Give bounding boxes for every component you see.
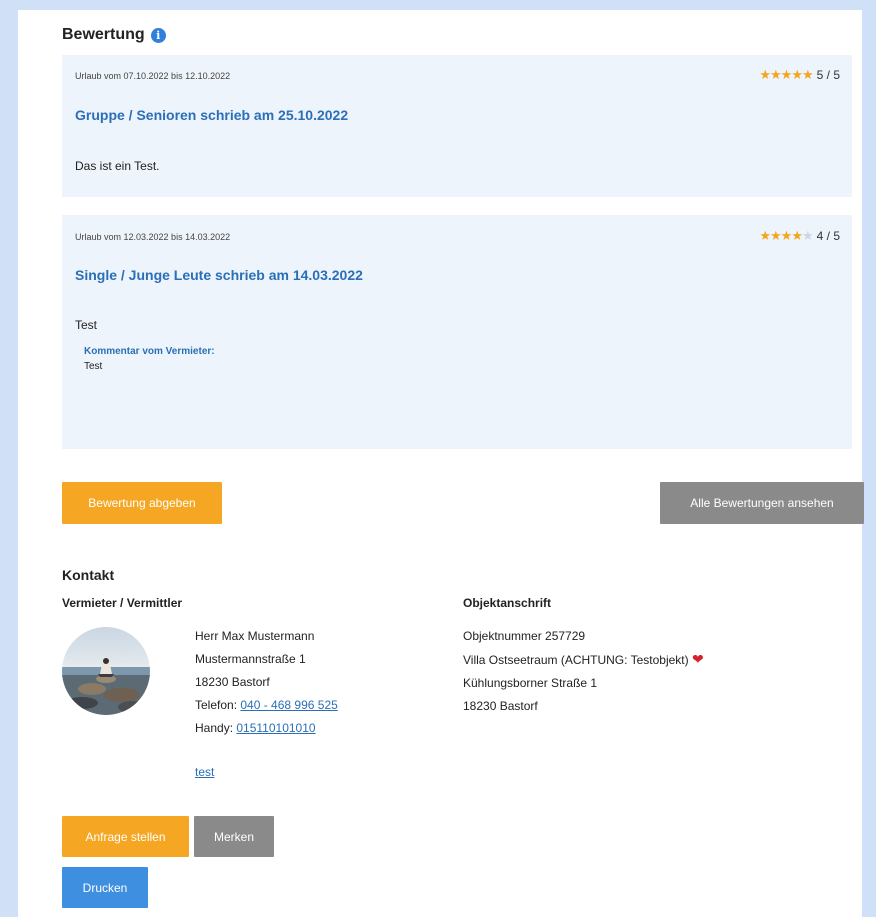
info-icon[interactable]: i bbox=[150, 27, 166, 43]
review-card: Urlaub vom 07.10.2022 bis 12.10.2022 ★★★… bbox=[62, 55, 852, 197]
star-filled-icon: ★ bbox=[770, 67, 782, 82]
vermieter-street: Mustermannstraße 1 bbox=[195, 652, 306, 666]
mobile-link[interactable]: 015110101010 bbox=[236, 721, 315, 735]
objekt-name: Villa Ostseetraum (ACHTUNG: Testobjekt) bbox=[463, 653, 689, 667]
review-author: Gruppe / Senioren schrieb am 25.10.2022 bbox=[75, 107, 349, 123]
phone-row: Telefon: 040 - 468 996 525 bbox=[195, 694, 338, 717]
kontakt-heading: Kontakt bbox=[62, 567, 115, 583]
star-filled-icon: ★ bbox=[780, 228, 793, 243]
vermieter-address: Herr Max Mustermann Mustermannstraße 1 1… bbox=[195, 625, 338, 740]
review-period: Urlaub vom 12.03.2022 bis 14.03.2022 bbox=[75, 232, 231, 242]
star-filled-icon: ★ bbox=[770, 228, 782, 243]
mobile-label: Handy: bbox=[195, 721, 234, 735]
review-text: Das ist ein Test. bbox=[75, 159, 160, 173]
vermieter-name: Herr Max Mustermann bbox=[195, 629, 315, 643]
review-period: Urlaub vom 07.10.2022 bis 12.10.2022 bbox=[75, 71, 231, 81]
content-page: Bewertung i Urlaub vom 07.10.2022 bis 12… bbox=[18, 10, 864, 917]
objekt-address: Objektnummer 257729 Villa Ostseetraum (A… bbox=[463, 625, 704, 718]
avatar-photo bbox=[62, 627, 150, 715]
objekt-city: 18230 Bastorf bbox=[463, 699, 538, 713]
landlord-comment-text: Test bbox=[84, 361, 103, 372]
star-filled-icon: ★ bbox=[780, 67, 793, 82]
bewertung-heading: Bewertung i bbox=[62, 26, 166, 44]
heart-icon[interactable]: ❤ bbox=[692, 651, 704, 667]
star-filled-icon: ★ bbox=[759, 67, 771, 82]
vermieter-city: 18230 Bastorf bbox=[195, 675, 270, 689]
top-background-band bbox=[0, 0, 876, 10]
objekt-street: Kühlungsborner Straße 1 bbox=[463, 676, 598, 690]
phone-link[interactable]: 040 - 468 996 525 bbox=[240, 698, 337, 712]
landlord-comment-heading: Kommentar vom Vermieter: bbox=[84, 346, 215, 357]
star-empty-icon: ★ bbox=[801, 228, 814, 243]
review-card: Urlaub vom 12.03.2022 bis 14.03.2022 ★★★… bbox=[62, 215, 852, 449]
bewertung-title: Bewertung bbox=[62, 26, 145, 43]
star-filled-icon: ★ bbox=[791, 67, 803, 82]
objekt-name-row: Villa Ostseetraum (ACHTUNG: Testobjekt) … bbox=[463, 648, 704, 672]
review-author: Single / Junge Leute schrieb am 14.03.20… bbox=[75, 267, 363, 283]
vermieter-extra: test bbox=[195, 761, 214, 784]
objekt-number: Objektnummer 257729 bbox=[463, 629, 586, 643]
star-filled-icon: ★ bbox=[801, 67, 814, 82]
submit-review-button[interactable]: Bewertung abgeben bbox=[62, 482, 222, 524]
mobile-row: Handy: 015110101010 bbox=[195, 717, 338, 740]
anfrage-button[interactable]: Anfrage stellen bbox=[62, 816, 189, 857]
objekt-heading: Objektanschrift bbox=[463, 596, 552, 610]
rating-text: 5 / 5 bbox=[816, 68, 840, 82]
drucken-button[interactable]: Drucken bbox=[62, 867, 148, 908]
star-filled-icon: ★ bbox=[791, 228, 803, 243]
review-text: Test bbox=[75, 318, 98, 332]
test-link[interactable]: test bbox=[195, 765, 214, 779]
star-filled-icon: ★ bbox=[759, 228, 771, 243]
star-rating: ★★★★★ bbox=[759, 67, 814, 82]
review-rating: ★★★★★ 5 / 5 bbox=[759, 68, 840, 82]
avatar bbox=[62, 627, 150, 715]
phone-label: Telefon: bbox=[195, 698, 238, 712]
vermieter-heading: Vermieter / Vermittler bbox=[62, 596, 183, 610]
all-reviews-button[interactable]: Alle Bewertungen ansehen bbox=[660, 482, 864, 524]
star-rating: ★★★★★ bbox=[759, 228, 814, 243]
review-rating: ★★★★★ 4 / 5 bbox=[759, 229, 840, 243]
merken-button[interactable]: Merken bbox=[194, 816, 274, 857]
rating-text: 4 / 5 bbox=[816, 229, 840, 243]
